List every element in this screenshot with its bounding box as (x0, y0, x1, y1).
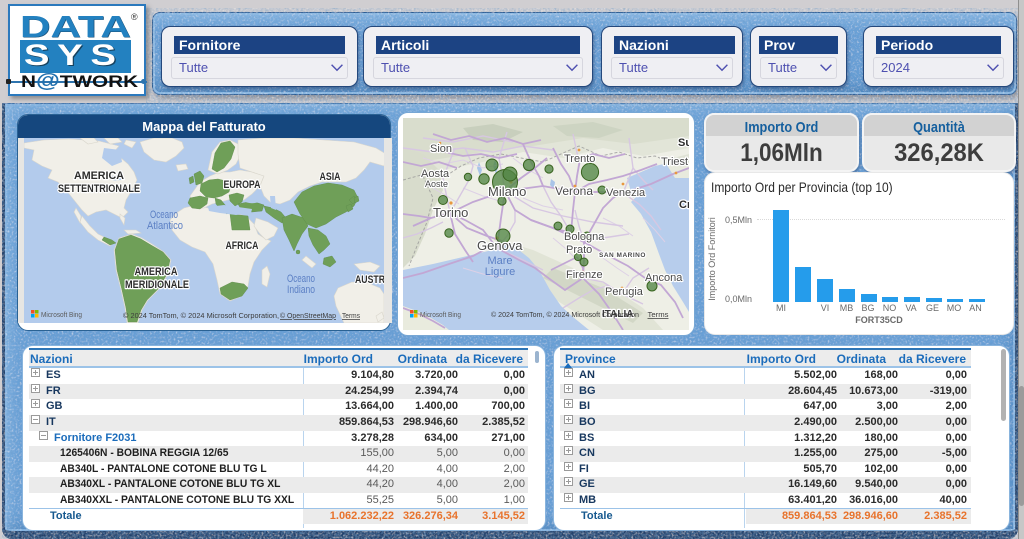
svg-text:AUSTR: AUSTR (355, 274, 384, 286)
svg-text:Bologna: Bologna (564, 231, 605, 243)
svg-text:ASIA: ASIA (320, 171, 341, 183)
svg-text:Ancona: Ancona (645, 272, 683, 284)
svg-text:Su: Su (678, 137, 689, 149)
svg-text:Torino: Torino (433, 205, 468, 220)
svg-text:Triest: Triest (661, 156, 688, 168)
svg-text:Terms: Terms (648, 310, 669, 319)
svg-text:Trento: Trento (564, 153, 595, 165)
svg-text:Prato: Prato (566, 244, 592, 256)
svg-text:MERIDIONALE: MERIDIONALE (125, 279, 189, 291)
svg-text:Microsoft Bing: Microsoft Bing (420, 310, 461, 319)
svg-text:© 2024 TomTom, © 2024 Microsof: © 2024 TomTom, © 2024 Microsoft Corporat… (123, 311, 279, 320)
svg-text:Cr: Cr (679, 199, 689, 211)
svg-text:Sion: Sion (430, 143, 452, 155)
svg-text:SAN MARINO: SAN MARINO (599, 252, 646, 259)
svg-text:Firenze: Firenze (566, 269, 603, 281)
svg-text:Ligure: Ligure (485, 266, 516, 278)
svg-text:Verona: Verona (555, 184, 593, 198)
svg-text:AMERICA: AMERICA (74, 170, 124, 182)
svg-text:Atlantico: Atlantico (147, 220, 183, 232)
svg-text:Terms: Terms (342, 311, 360, 320)
svg-text:Genova: Genova (477, 238, 523, 253)
svg-text:SETTENTRIONALE: SETTENTRIONALE (58, 183, 140, 195)
svg-text:Aoste: Aoste (425, 179, 448, 189)
svg-text:AMERICA: AMERICA (135, 266, 178, 278)
svg-text:Milano: Milano (488, 184, 526, 199)
svg-text:Perugia: Perugia (605, 286, 644, 298)
svg-text:© OpenStreetMap: © OpenStreetMap (280, 311, 336, 320)
svg-text:AFRICA: AFRICA (226, 240, 259, 252)
svg-text:Venezia: Venezia (606, 187, 646, 199)
svg-text:Indiano: Indiano (287, 284, 315, 296)
svg-text:© 2024 TomTom, © 2024 Microsof: © 2024 TomTom, © 2024 Microsoft Corporat… (491, 310, 639, 319)
svg-text:EUROPA: EUROPA (224, 179, 261, 191)
svg-text:Microsoft Bing: Microsoft Bing (41, 310, 82, 319)
